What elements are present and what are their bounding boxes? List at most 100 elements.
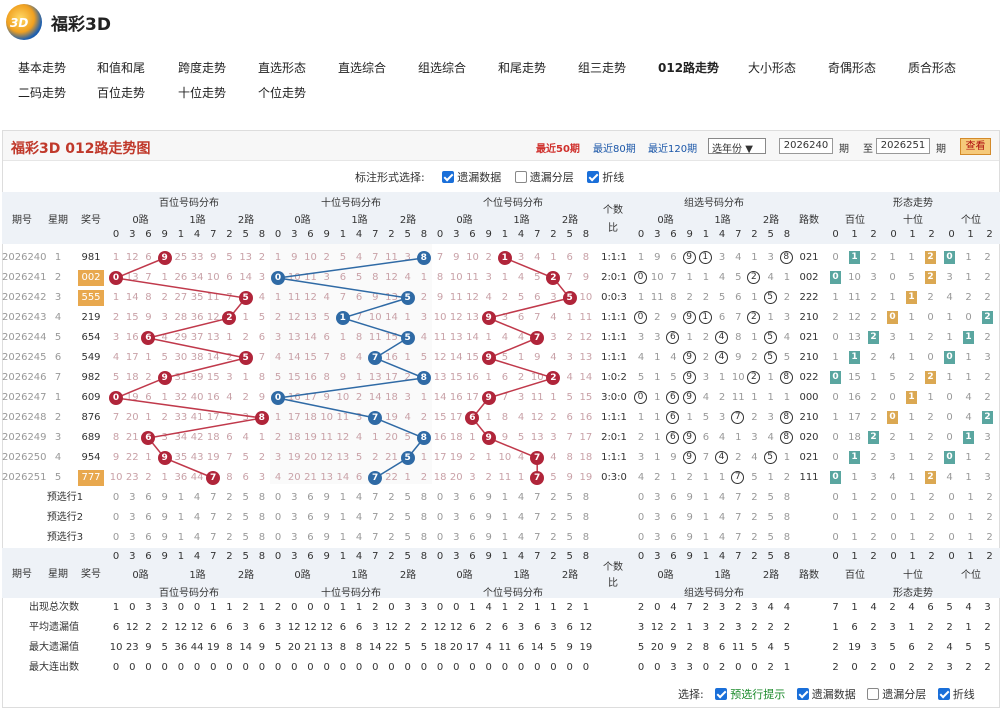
forecast-digit[interactable]: 1: [497, 488, 513, 508]
forecast-digit[interactable]: 4: [351, 508, 367, 528]
forecast-shape[interactable]: 1: [961, 508, 980, 528]
forecast-digit[interactable]: 1: [497, 508, 513, 528]
forecast-shape[interactable]: 1: [961, 528, 980, 548]
forecast-digit[interactable]: 5: [763, 528, 779, 548]
forecast-digit[interactable]: 5: [400, 488, 416, 508]
forecast-digit[interactable]: 2: [746, 528, 762, 548]
forecast-digit[interactable]: 3: [124, 528, 140, 548]
forecast-digit[interactable]: 7: [367, 528, 383, 548]
forecast-shape[interactable]: 1: [845, 508, 864, 528]
forecast-shape[interactable]: 2: [980, 488, 999, 508]
forecast-digit[interactable]: 6: [302, 488, 318, 508]
footer-layer-checkbox[interactable]: 遗漏分层: [867, 688, 926, 701]
forecast-digit[interactable]: 2: [545, 488, 561, 508]
forecast-digit[interactable]: 3: [649, 488, 665, 508]
footer-missing-checkbox[interactable]: 遗漏数据: [796, 688, 856, 701]
recent-50-link[interactable]: 最近50期: [536, 140, 580, 155]
forecast-digit[interactable]: 4: [189, 488, 205, 508]
footer-line-checkbox[interactable]: 折线: [937, 688, 975, 701]
forecast-digit[interactable]: 8: [416, 528, 432, 548]
forecast-digit[interactable]: 4: [714, 488, 730, 508]
forecast-digit[interactable]: 9: [157, 528, 173, 548]
forecast-digit[interactable]: 6: [302, 508, 318, 528]
forecast-shape[interactable]: 2: [980, 508, 999, 528]
forecast-digit[interactable]: 4: [513, 488, 529, 508]
forecast-digit[interactable]: 0: [270, 488, 286, 508]
forecast-digit[interactable]: 9: [157, 508, 173, 528]
forecast-digit[interactable]: 6: [140, 508, 156, 528]
forecast-shape[interactable]: 2: [922, 488, 941, 508]
forecast-digit[interactable]: 8: [578, 508, 594, 528]
nav-link-row2-1[interactable]: 百位走势: [97, 84, 145, 101]
forecast-shape[interactable]: 0: [884, 508, 903, 528]
forecast-digit[interactable]: 6: [464, 528, 480, 548]
forecast-digit[interactable]: 3: [286, 488, 302, 508]
forecast-digit[interactable]: 4: [189, 528, 205, 548]
forecast-digit[interactable]: 5: [562, 488, 578, 508]
forecast-digit[interactable]: 7: [730, 488, 746, 508]
forecast-digit[interactable]: 1: [335, 508, 351, 528]
nav-link-8[interactable]: 012路走势: [658, 59, 719, 76]
forecast-digit[interactable]: 2: [545, 528, 561, 548]
nav-link-row2-2[interactable]: 十位走势: [178, 84, 226, 101]
forecast-digit[interactable]: 8: [779, 528, 795, 548]
nav-link-4[interactable]: 直选综合: [338, 59, 386, 76]
forecast-digit[interactable]: 0: [108, 488, 124, 508]
forecast-shape[interactable]: 1: [845, 528, 864, 548]
forecast-shape[interactable]: 2: [864, 528, 883, 548]
nav-link-row2-0[interactable]: 二码走势: [18, 84, 66, 101]
forecast-digit[interactable]: 6: [665, 508, 681, 528]
forecast-digit[interactable]: 8: [779, 508, 795, 528]
forecast-digit[interactable]: 1: [335, 488, 351, 508]
forecast-digit[interactable]: 5: [562, 508, 578, 528]
forecast-digit[interactable]: 8: [254, 508, 270, 528]
forecast-digit[interactable]: 0: [432, 528, 448, 548]
nav-link-6[interactable]: 和尾走势: [498, 59, 546, 76]
forecast-digit[interactable]: 4: [351, 528, 367, 548]
recent-80-link[interactable]: 最近80期: [593, 140, 636, 155]
view-button[interactable]: 查看: [960, 138, 991, 155]
forecast-shape[interactable]: 2: [980, 528, 999, 548]
forecast-digit[interactable]: 6: [464, 488, 480, 508]
forecast-digit[interactable]: 2: [221, 508, 237, 528]
forecast-digit[interactable]: 1: [698, 528, 714, 548]
forecast-digit[interactable]: 3: [124, 488, 140, 508]
forecast-digit[interactable]: 9: [682, 508, 698, 528]
mark-line-checkbox[interactable]: 折线: [587, 171, 624, 184]
forecast-digit[interactable]: 5: [238, 508, 254, 528]
forecast-digit[interactable]: 2: [383, 528, 399, 548]
forecast-digit[interactable]: 8: [578, 488, 594, 508]
year-select[interactable]: 选年份 ▼: [708, 138, 766, 155]
footer-forecast-checkbox[interactable]: 预选行提示: [715, 688, 785, 701]
forecast-digit[interactable]: 0: [270, 508, 286, 528]
forecast-digit[interactable]: 4: [351, 488, 367, 508]
forecast-digit[interactable]: 4: [714, 508, 730, 528]
forecast-shape[interactable]: 0: [942, 528, 961, 548]
forecast-digit[interactable]: 2: [221, 528, 237, 548]
forecast-digit[interactable]: 9: [319, 508, 335, 528]
nav-link-row2-3[interactable]: 个位走势: [258, 84, 306, 101]
forecast-shape[interactable]: 1: [903, 488, 922, 508]
forecast-digit[interactable]: 1: [698, 488, 714, 508]
forecast-digit[interactable]: 0: [432, 508, 448, 528]
forecast-digit[interactable]: 1: [497, 528, 513, 548]
forecast-digit[interactable]: 6: [140, 528, 156, 548]
nav-link-3[interactable]: 直选形态: [258, 59, 306, 76]
forecast-digit[interactable]: 1: [173, 508, 189, 528]
forecast-digit[interactable]: 3: [448, 508, 464, 528]
forecast-digit[interactable]: 3: [286, 528, 302, 548]
forecast-digit[interactable]: 9: [682, 528, 698, 548]
forecast-digit[interactable]: 9: [481, 508, 497, 528]
forecast-digit[interactable]: 4: [513, 528, 529, 548]
forecast-digit[interactable]: 1: [173, 528, 189, 548]
forecast-digit[interactable]: 3: [649, 508, 665, 528]
forecast-shape[interactable]: 1: [961, 488, 980, 508]
forecast-digit[interactable]: 9: [319, 528, 335, 548]
forecast-digit[interactable]: 6: [464, 508, 480, 528]
forecast-digit[interactable]: 4: [714, 528, 730, 548]
forecast-digit[interactable]: 3: [124, 508, 140, 528]
forecast-shape[interactable]: 2: [922, 508, 941, 528]
forecast-shape[interactable]: 0: [942, 488, 961, 508]
forecast-digit[interactable]: 5: [400, 508, 416, 528]
forecast-digit[interactable]: 5: [238, 528, 254, 548]
